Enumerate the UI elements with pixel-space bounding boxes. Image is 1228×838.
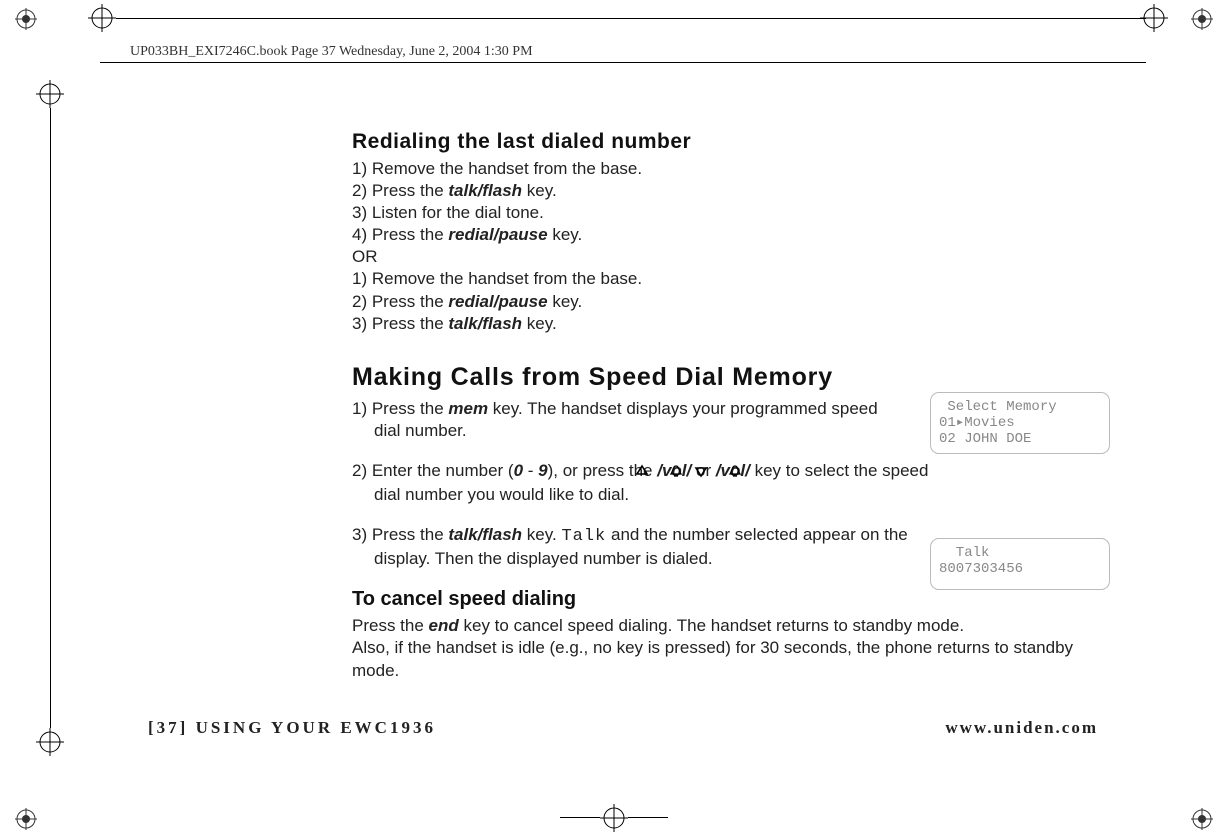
heading-cancel-speed-dial: To cancel speed dialing: [352, 588, 1092, 611]
key-name: mem: [448, 399, 488, 418]
crop-crosshair-icon: [36, 80, 64, 108]
key-name: talk/flash: [448, 525, 522, 544]
page-content: Redialing the last dialed number 1) Remo…: [352, 130, 1092, 682]
heading-speed-dial: Making Calls from Speed Dial Memory: [352, 363, 1092, 392]
footer-url: www.uniden.com: [945, 718, 1098, 738]
display-word: Talk: [561, 527, 606, 546]
crop-line: [50, 108, 51, 728]
or-separator: OR: [352, 246, 1092, 268]
key-name: end: [429, 616, 459, 635]
step: 2) Enter the number (0 - 9), or press th…: [352, 460, 934, 506]
lcd-line: 01▸Movies: [939, 415, 1101, 431]
text: key.: [548, 225, 583, 244]
crop-line: [628, 817, 668, 818]
crop-target-icon: [1191, 808, 1213, 830]
key-name: redial/pause: [448, 225, 547, 244]
page-footer: [37] USING YOUR EWC1936 www.uniden.com: [148, 718, 1098, 738]
step: 2) Press the redial/pause key.: [352, 291, 1092, 313]
text: 2) Press the: [352, 181, 448, 200]
key-name: redial/pause: [448, 292, 547, 311]
lcd-line: 8007303456: [939, 561, 1101, 577]
lcd-display: Talk 8007303456: [930, 538, 1110, 590]
text: 3) Press the: [352, 525, 448, 544]
step: 4) Press the redial/pause key.: [352, 224, 1092, 246]
crop-line: [560, 817, 600, 818]
paragraph: Press the end key to cancel speed dialin…: [352, 615, 1092, 637]
lcd-display: Select Memory 01▸Movies 02 JOHN DOE: [930, 392, 1110, 454]
paragraph: Also, if the handset is idle (e.g., no k…: [352, 637, 1092, 681]
step: 2) Press the talk/flash key.: [352, 180, 1092, 202]
crop-crosshair-icon: [36, 728, 64, 756]
step: 3) Press the talk/flash key. Talk and th…: [352, 524, 914, 570]
text: key.: [522, 314, 557, 333]
text: 4) Press the: [352, 225, 448, 244]
text: key.: [522, 181, 557, 200]
header-rule: [100, 62, 1146, 63]
crop-target-icon: [1191, 8, 1213, 30]
lcd-line: Talk: [939, 545, 1101, 561]
key-digit: 9: [538, 461, 547, 480]
crop-crosshair-icon: [1140, 4, 1168, 32]
text: -: [523, 461, 538, 480]
heading-redialing: Redialing the last dialed number: [352, 130, 1092, 154]
text: key.: [548, 292, 583, 311]
crop-target-icon: [15, 8, 37, 30]
step: 1) Remove the handset from the base.: [352, 158, 1092, 180]
lcd-line: Select Memory: [939, 399, 1101, 415]
step: 1) Remove the handset from the base.: [352, 268, 1092, 290]
key-digit: 0: [514, 461, 523, 480]
text: 3) Press the: [352, 314, 448, 333]
text: key.: [522, 525, 561, 544]
crop-crosshair-icon: [600, 804, 628, 832]
text: 2) Enter the number (: [352, 461, 514, 480]
text: Press the: [352, 616, 429, 635]
text: key to cancel speed dialing. The handset…: [459, 616, 964, 635]
step: 3) Press the talk/flash key.: [352, 313, 1092, 335]
crop-target-icon: [15, 808, 37, 830]
step: 1) Press the mem key. The handset displa…: [352, 398, 904, 442]
crop-line: [116, 18, 1146, 19]
text: 1) Press the: [352, 399, 448, 418]
lcd-line: 02 JOHN DOE: [939, 431, 1101, 447]
footer-page-section: [37] USING YOUR EWC1936: [148, 718, 436, 738]
crop-crosshair-icon: [88, 4, 116, 32]
running-header: UP033BH_EXI7246C.book Page 37 Wednesday,…: [130, 44, 533, 60]
step: 3) Listen for the dial tone.: [352, 202, 1092, 224]
key-name: talk/flash: [448, 181, 522, 200]
text: 2) Press the: [352, 292, 448, 311]
key-name: talk/flash: [448, 314, 522, 333]
